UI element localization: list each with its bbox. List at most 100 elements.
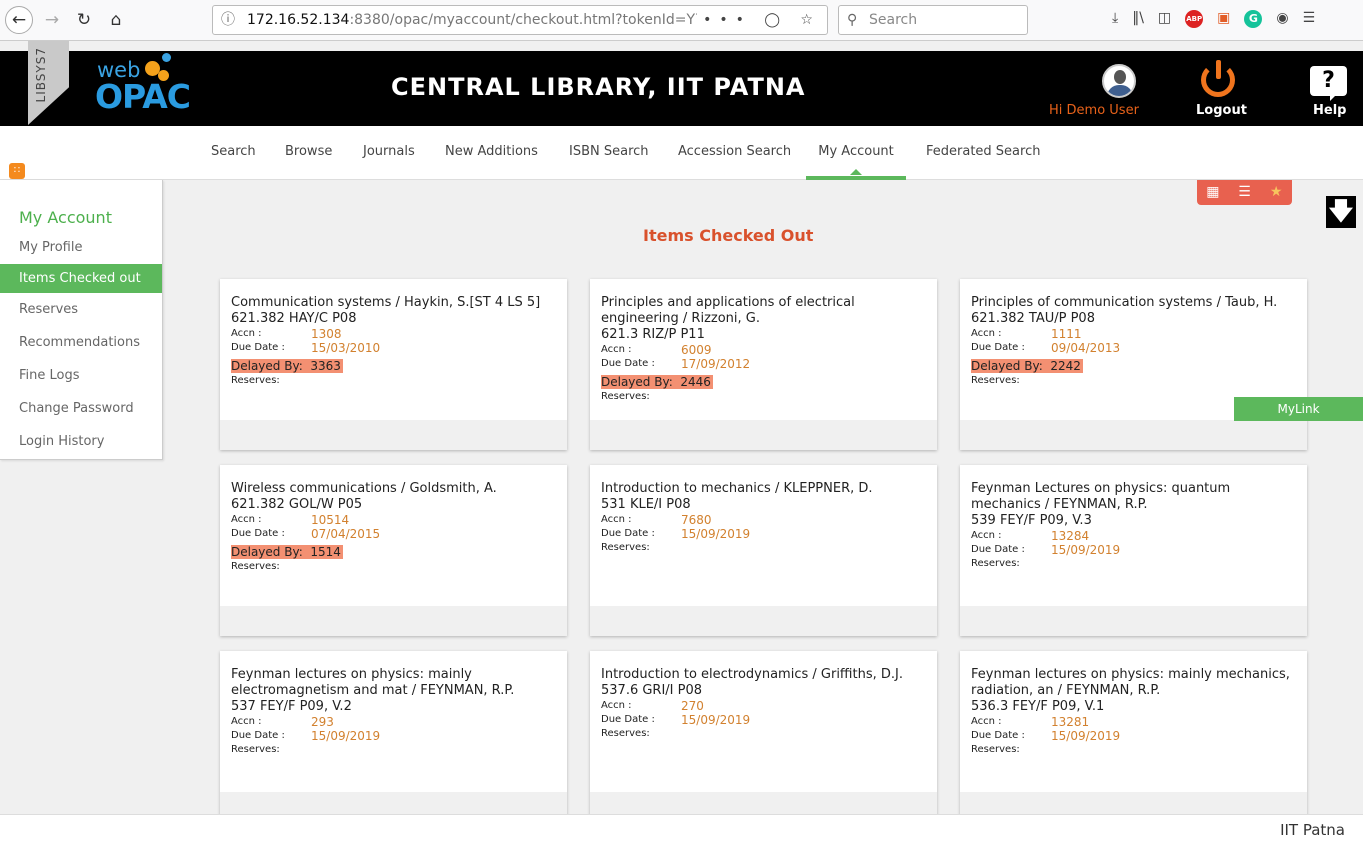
library-icon[interactable]: ‖\ [1132, 10, 1144, 28]
sidebar-item-items-checked-out[interactable]: Items Checked out [0, 264, 162, 293]
delayed-label: Delayed By: [231, 359, 303, 373]
logo-opac[interactable]: OPAC [95, 77, 191, 116]
download-arrow-icon[interactable]: 🡇 [1326, 196, 1356, 228]
delayed-label: Delayed By: [231, 545, 303, 559]
due-date-value: 09/04/2013 [1051, 341, 1121, 355]
item-card-body: Wireless communications / Goldsmith, A. 6… [231, 481, 551, 574]
due-date-label: Due Date : [971, 342, 1025, 353]
sidebar-item-my-profile[interactable]: My Profile [0, 233, 162, 262]
rss-icon[interactable]: ∷ [9, 163, 25, 179]
list-view-icon[interactable]: ☰ [1229, 180, 1261, 205]
power-icon-bar [1216, 60, 1221, 79]
reload-icon[interactable]: ↻ [70, 6, 98, 34]
item-title[interactable]: Wireless communications / Goldsmith, A. [231, 481, 551, 497]
due-date-label: Due Date : [231, 342, 285, 353]
sidebar-title: My Account [19, 208, 112, 227]
menu-icon[interactable]: ☰ [1303, 10, 1316, 28]
item-card[interactable]: Wireless communications / Goldsmith, A. 6… [220, 465, 567, 636]
grid-view-icon[interactable]: ▦ [1197, 180, 1229, 205]
sidebar-icon[interactable]: ◫ [1158, 10, 1171, 28]
accn-label: Accn : [971, 530, 1002, 541]
sidebar-item-recommendations[interactable]: Recommendations [0, 328, 162, 357]
help-button[interactable]: Help [1313, 103, 1346, 118]
item-card[interactable]: Introduction to electrodynamics / Griffi… [590, 651, 937, 822]
due-date-value: 17/09/2012 [681, 357, 751, 371]
accn-value: 293 [311, 715, 334, 729]
mylink-button[interactable]: MyLink [1234, 397, 1363, 421]
user-greeting[interactable]: Hi Demo User [1049, 103, 1139, 118]
item-card[interactable]: Feynman lectures on physics: mainly elec… [220, 651, 567, 822]
due-date-value: 15/03/2010 [311, 341, 381, 355]
active-menu-caret [850, 169, 862, 175]
item-call-number: 531 KLE/I P08 [601, 497, 691, 512]
item-card[interactable]: Introduction to mechanics / KLEPPNER, D.… [590, 465, 937, 636]
accn-label: Accn : [601, 344, 632, 355]
forward-arrow-icon[interactable]: → [38, 6, 66, 34]
due-date-label: Due Date : [601, 528, 655, 539]
due-date-value: 15/09/2019 [1051, 543, 1121, 557]
extension-icon[interactable]: ▣ [1217, 10, 1230, 28]
item-title[interactable]: Principles and applications of electrica… [601, 295, 921, 327]
menu-item-accession-search[interactable]: Accession Search [678, 126, 791, 180]
due-date-label: Due Date : [971, 730, 1025, 741]
delayed-label: Delayed By: [601, 375, 673, 389]
accn-label: Accn : [601, 700, 632, 711]
page-footer: IIT Patna [0, 814, 1363, 843]
reserves-label: Reserves: [971, 558, 1020, 569]
adblock-icon[interactable]: ABP [1185, 10, 1204, 28]
favorites-star-icon[interactable]: ★ [1260, 180, 1292, 205]
reserves-label: Reserves: [971, 375, 1020, 386]
page-actions-icon[interactable]: ••• ◯ ☆ [697, 6, 821, 34]
item-card-footer [220, 606, 567, 636]
accn-value: 13284 [1051, 529, 1090, 543]
reserves-label: Reserves: [971, 744, 1020, 755]
item-card-body: Introduction to mechanics / KLEPPNER, D.… [601, 481, 921, 555]
due-date-value: 15/09/2019 [311, 729, 381, 743]
sidebar-item-change-password[interactable]: Change Password [0, 394, 162, 423]
item-title[interactable]: Introduction to mechanics / KLEPPNER, D. [601, 481, 921, 497]
item-title[interactable]: Introduction to electrodynamics / Griffi… [601, 667, 921, 683]
item-card-body: Principles of communication systems / Ta… [971, 295, 1291, 388]
menu-item-isbn-search[interactable]: ISBN Search [569, 126, 649, 180]
download-icon[interactable]: ⤓ [1112, 10, 1118, 28]
item-title[interactable]: Feynman Lectures on physics: quantum mec… [971, 481, 1291, 513]
item-card[interactable]: Principles of communication systems / Ta… [960, 279, 1307, 450]
browser-search-input[interactable]: ⚲ Search [838, 5, 1028, 35]
item-title[interactable]: Feynman lectures on physics: mainly mech… [971, 667, 1291, 699]
accn-value: 13281 [1051, 715, 1090, 729]
delayed-value: 3363 [310, 359, 341, 373]
menu-item-browse[interactable]: Browse [285, 126, 332, 180]
delayed-value: 2446 [680, 375, 711, 389]
item-title[interactable]: Principles of communication systems / Ta… [971, 295, 1291, 311]
item-card[interactable]: Feynman Lectures on physics: quantum mec… [960, 465, 1307, 636]
menu-item-journals[interactable]: Journals [363, 126, 415, 180]
info-icon[interactable]: ⓘ [221, 6, 235, 34]
accn-value: 1308 [311, 327, 342, 341]
logout-button[interactable]: Logout [1196, 103, 1247, 118]
item-card[interactable]: Feynman lectures on physics: mainly mech… [960, 651, 1307, 822]
help-icon[interactable]: ? [1310, 66, 1347, 101]
item-title[interactable]: Feynman lectures on physics: mainly elec… [231, 667, 551, 699]
grammarly-icon[interactable]: G [1244, 10, 1263, 28]
user-avatar-icon[interactable] [1102, 64, 1136, 98]
address-bar[interactable]: ⓘ 172.16.52.134:8380/opac/myaccount/chec… [212, 5, 828, 35]
accn-label: Accn : [601, 514, 632, 525]
back-arrow-icon[interactable]: ← [5, 6, 33, 34]
menu-item-federated-search[interactable]: Federated Search [926, 126, 1040, 180]
home-icon[interactable]: ⌂ [102, 6, 130, 34]
item-title[interactable]: Communication systems / Haykin, S.[ST 4 … [231, 295, 551, 311]
footer-text: IIT Patna [1280, 821, 1345, 839]
delayed-badge: Delayed By: 3363 [231, 359, 343, 373]
due-date-value: 15/09/2019 [681, 527, 751, 541]
item-card[interactable]: Communication systems / Haykin, S.[ST 4 … [220, 279, 567, 450]
menu-item-search[interactable]: Search [211, 126, 256, 180]
item-card[interactable]: Principles and applications of electrica… [590, 279, 937, 450]
sidebar-item-fine-logs[interactable]: Fine Logs [0, 361, 162, 390]
menu-item-new-additions[interactable]: New Additions [445, 126, 538, 180]
due-date-label: Due Date : [231, 730, 285, 741]
account-icon[interactable]: ◉ [1276, 10, 1288, 28]
sidebar-item-login-history[interactable]: Login History [0, 427, 162, 456]
item-card-body: Introduction to electrodynamics / Griffi… [601, 667, 921, 741]
sidebar-item-reserves[interactable]: Reserves [0, 295, 162, 324]
url-path: :8380/opac/myaccount/checkout.html?token… [349, 12, 731, 28]
